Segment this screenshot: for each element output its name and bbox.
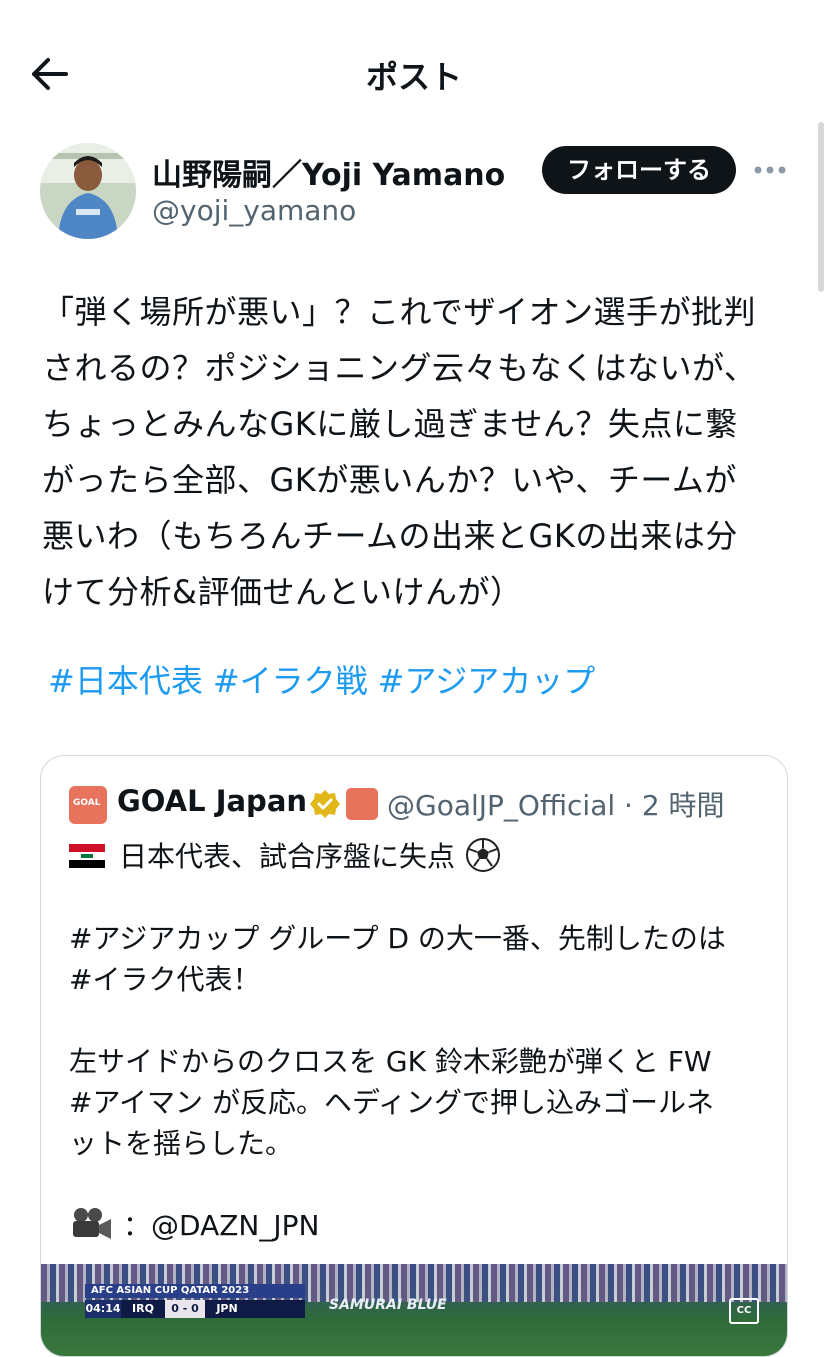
author-display-name[interactable]: 山野陽嗣／Yoji Yamano [152,150,505,194]
post-line: がったら全部、GKが悪いんか？いや、チームが [42,461,737,499]
match-score: 0 - 0 [165,1300,205,1318]
home-team: IRQ [132,1302,154,1315]
post-line: ちょっとみんなGKに厳し過ぎません？失点に繋 [42,405,738,443]
iraq-flag-icon [69,844,105,868]
post-line: されるの？ポジショニング云々もなくはないが、 [42,349,757,387]
ad-board: SAMURAI BLUE [329,1297,447,1313]
video-camera-icon [73,1208,111,1239]
quoted-para1-line: #アジアカップ グループ D の大一番、先制したのは [69,922,726,955]
tournament-banner: AFC ASIAN CUP QATAR 2023 [85,1284,305,1298]
quoted-post-text: 日本代表、試合序盤に失点 #アジアカップ グループ D の大一番、先制したのは … [69,836,769,1246]
top-bar: ポスト [0,0,828,150]
more-horizontal-icon [754,166,786,174]
post-line: けて分析&評価せんといけんが） [42,573,523,611]
quoted-para1-line: #イラク代表！ [69,963,261,996]
hashtag-link[interactable]: #日本代表 [48,662,203,700]
avatar[interactable] [40,143,136,239]
captions-icon[interactable]: CC [729,1298,759,1324]
goal-logo[interactable]: GOAL [69,786,107,824]
avatar-photo [40,143,136,239]
affiliate-badge-icon [346,788,378,820]
away-team: JPN [216,1302,238,1315]
post-line: 悪いわ（もちろんチームの出来とGKの出来は分 [42,517,738,555]
post-line: 「弾く場所が悪い」？これでザイオン選手が批判 [42,293,757,331]
quoted-headline-line: 日本代表、試合序盤に失点 [69,836,769,877]
author-handle[interactable]: @yoji_yamano [152,194,356,227]
verified-badge-icon [310,790,340,818]
quoted-credit-line: ：@DAZN_JPN [69,1205,769,1246]
quoted-para2-line: ットを揺らした。 [69,1127,294,1160]
follow-button[interactable]: フォローする [542,146,736,194]
more-button[interactable] [752,158,792,182]
quoted-para2-line: 左サイドからのクロスを GK 鈴木彩艶が弾くと FW [69,1045,712,1078]
match-clock: 04:14 [85,1300,121,1318]
hashtag-link[interactable]: #アジアカップ [378,662,596,700]
quoted-headline: 日本代表、試合序盤に失点 [119,840,456,873]
hashtag-link[interactable]: #イラク戦 [213,662,368,700]
scoreboard: 04:14 IRQ 0 - 0 JPN [85,1300,305,1318]
hashtag-list: #日本代表 #イラク戦 #アジアカップ [48,656,605,702]
video-credit: ：@DAZN_JPN [123,1209,320,1242]
scrollbar[interactable] [818,122,824,292]
quoted-handle-time: @GoalJP_Official · 2 時間 [387,789,725,822]
quoted-author-name[interactable]: GOAL Japan [117,784,307,818]
goal-logo-text: GOAL [73,798,101,808]
post-text: 「弾く場所が悪い」？これでザイオン選手が批判 されるの？ポジショニング云々もなく… [42,284,802,620]
quoted-para2-line: #アイマン が反応。ヘディングで押し込みゴールネ [69,1086,715,1119]
page-title: ポスト [365,58,462,96]
quoted-post-card[interactable]: GOAL GOAL Japan @GoalJP_Official · 2 時間 … [40,755,788,1357]
soccer-ball-icon [466,838,501,872]
video-thumbnail[interactable]: AFC ASIAN CUP QATAR 2023 04:14 IRQ 0 - 0 JP… [41,1264,787,1356]
